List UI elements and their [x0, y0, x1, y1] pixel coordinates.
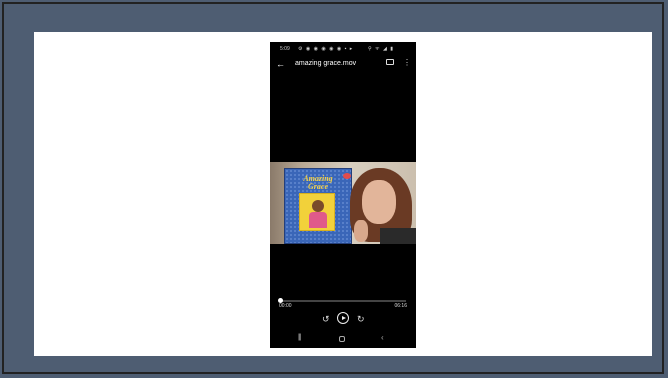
current-time: 00:00	[279, 303, 292, 309]
status-time: 5:09	[280, 46, 290, 52]
video-title: amazing grace.mov	[295, 60, 357, 67]
system-status-icons: ⚲ ᯤ ◢ ▮	[368, 46, 394, 52]
book-illustration	[299, 193, 335, 231]
back-nav-icon[interactable]: ‹	[381, 333, 384, 342]
presentation-frame: 5:09 ⚙ ◉ ◉ ◉ ◉ ◉ ▪ ▸ ⚲ ᯤ ◢ ▮ ← amazing g…	[2, 2, 664, 374]
video-frame[interactable]: Amazing Grace	[270, 162, 416, 244]
play-icon[interactable]	[337, 312, 349, 324]
phone-screenshot: 5:09 ⚙ ◉ ◉ ◉ ◉ ◉ ▪ ▸ ⚲ ᯤ ◢ ▮ ← amazing g…	[270, 42, 416, 348]
seek-bar[interactable]	[278, 298, 406, 303]
book-cover: Amazing Grace	[284, 168, 352, 244]
total-time: 06:16	[394, 303, 407, 309]
slide-canvas: 5:09 ⚙ ◉ ◉ ◉ ◉ ◉ ▪ ▸ ⚲ ᯤ ◢ ▮ ← amazing g…	[34, 32, 652, 356]
presenter-hand	[354, 220, 368, 242]
book-title: Amazing Grace	[303, 174, 333, 191]
cast-icon[interactable]	[386, 59, 394, 65]
girl-body	[309, 212, 327, 228]
back-arrow-icon[interactable]: ←	[276, 58, 285, 70]
girl-head	[312, 200, 324, 212]
app-bar: ← amazing grace.mov ⋮	[270, 56, 416, 74]
forward-10-icon[interactable]: ↻	[357, 313, 365, 325]
playback-controls: ↺ ↻	[270, 311, 416, 327]
presenter-face	[362, 180, 396, 224]
system-nav-bar: ||| ‹	[270, 332, 416, 346]
home-icon[interactable]	[339, 336, 345, 342]
status-bar: 5:09 ⚙ ◉ ◉ ◉ ◉ ◉ ▪ ▸ ⚲ ᯤ ◢ ▮	[270, 42, 416, 56]
replay-10-icon[interactable]: ↺	[322, 313, 330, 325]
more-vert-icon[interactable]: ⋮	[403, 57, 411, 69]
recents-icon[interactable]: |||	[298, 334, 302, 341]
award-sticker	[343, 173, 351, 179]
presenter-shirt	[380, 228, 416, 244]
notification-icons: ⚙ ◉ ◉ ◉ ◉ ◉ ▪ ▸	[298, 46, 354, 52]
